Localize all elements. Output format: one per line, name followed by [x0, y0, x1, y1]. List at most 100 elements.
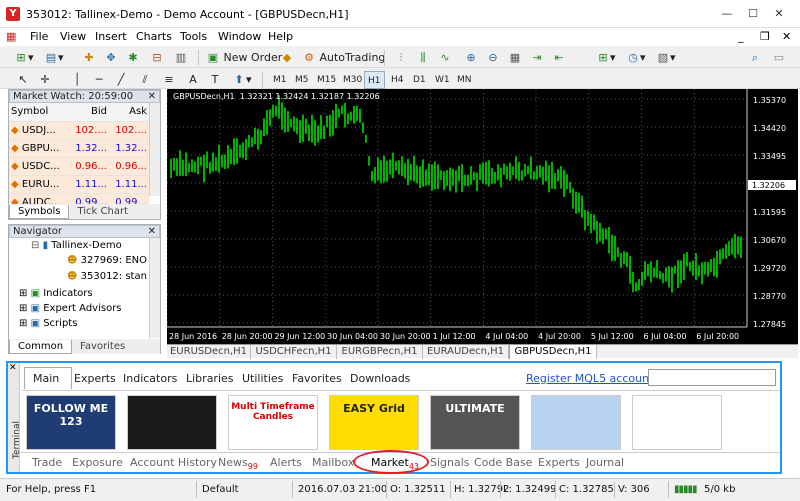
- autotrading-button[interactable]: ⚙ AutoTrading: [302, 49, 385, 67]
- navigator-icon[interactable]: ✱: [126, 49, 140, 67]
- indicators-list-button[interactable]: ⊞ ▾: [596, 49, 615, 67]
- menu-view[interactable]: View: [60, 30, 86, 43]
- market-tab-experts[interactable]: Experts: [74, 370, 116, 388]
- column-header[interactable]: Bid: [69, 103, 109, 122]
- tree-account[interactable]: ☻ 327969: ENO E: [67, 255, 147, 266]
- market-watch-row[interactable]: ◆ GBPU... 1.32... 1.32...: [9, 139, 149, 158]
- mdi-minimize-button[interactable]: _: [738, 30, 744, 43]
- chart-shift-icon[interactable]: ⇤: [552, 49, 566, 67]
- register-mql5-link[interactable]: Register MQL5 account: [526, 370, 653, 388]
- channel-icon[interactable]: ⫽: [138, 71, 152, 89]
- crosshair-icon[interactable]: ✛: [38, 71, 52, 89]
- price-chart[interactable]: 1.353701.344201.334951.325451.315951.306…: [166, 89, 798, 344]
- menu-help[interactable]: Help: [268, 30, 293, 43]
- timeframe-d1[interactable]: D1: [410, 71, 429, 89]
- market-watch-icon[interactable]: ✚: [82, 49, 96, 67]
- tab-journal[interactable]: Journal: [586, 456, 624, 469]
- tab-account-history[interactable]: Account History: [130, 456, 217, 469]
- timeframe-w1[interactable]: W1: [432, 71, 453, 89]
- tab-news[interactable]: News99: [218, 456, 258, 471]
- tab-mailbox[interactable]: Mailbox: [312, 456, 354, 469]
- menu-file[interactable]: File: [30, 30, 48, 43]
- chart-tab[interactable]: EURGBPecn,H1: [337, 345, 423, 359]
- menu-insert[interactable]: Insert: [95, 30, 127, 43]
- product-thumbnail[interactable]: ULTIMATE: [430, 395, 520, 450]
- timeframe-h1[interactable]: H1: [364, 71, 385, 89]
- tile-windows-icon[interactable]: ▦: [508, 49, 522, 67]
- data-window-icon[interactable]: ✥: [104, 49, 118, 67]
- tab-alerts[interactable]: Alerts: [270, 456, 302, 469]
- tab-exposure[interactable]: Exposure: [72, 456, 123, 469]
- product-thumbnail[interactable]: FOLLOW ME 123: [26, 395, 116, 450]
- menu-tools[interactable]: Tools: [180, 30, 207, 43]
- tab-trade[interactable]: Trade: [32, 456, 62, 469]
- scrollbar[interactable]: [149, 103, 160, 196]
- candlestick-icon[interactable]: ⫼: [416, 49, 430, 67]
- market-search-input[interactable]: [648, 369, 776, 386]
- profiles-button[interactable]: ▤ ▾: [44, 49, 64, 67]
- templates-button[interactable]: ▧ ▾: [656, 49, 676, 67]
- periods-button[interactable]: ◷ ▾: [626, 49, 645, 67]
- market-tab-favorites[interactable]: Favorites: [292, 370, 342, 388]
- market-tab-libraries[interactable]: Libraries: [186, 370, 234, 388]
- text-icon[interactable]: A: [186, 71, 200, 89]
- market-tab-utilities[interactable]: Utilities: [242, 370, 283, 388]
- strategy-tester-icon[interactable]: ▥: [174, 49, 188, 67]
- market-watch-row[interactable]: ◆ USDJ... 102.... 102....: [9, 121, 149, 140]
- tab-code-base[interactable]: Code Base: [474, 456, 532, 469]
- tab-experts[interactable]: Experts: [538, 456, 580, 469]
- maximize-button[interactable]: ☐: [742, 6, 764, 22]
- scrollbar[interactable]: [149, 238, 160, 338]
- menu-charts[interactable]: Charts: [136, 30, 172, 43]
- text-label-icon[interactable]: T: [208, 71, 222, 89]
- tree-broker[interactable]: ⊟ ▮ Tallinex-Demo: [31, 240, 122, 251]
- trendline-icon[interactable]: ╱: [114, 71, 128, 89]
- tab-favorites[interactable]: Favorites: [72, 340, 133, 353]
- tree-indicators[interactable]: ⊞ ▣ Indicators: [19, 288, 93, 299]
- market-watch-row[interactable]: ◆ USDC... 0.96... 0.96...: [9, 157, 149, 176]
- auto-scroll-icon[interactable]: ⇥: [530, 49, 544, 67]
- line-chart-icon[interactable]: ∿: [438, 49, 452, 67]
- chart-tab[interactable]: EURUSDecn,H1: [167, 345, 251, 359]
- chart-tab[interactable]: EURAUDecn,H1: [423, 345, 509, 359]
- timeframe-m5[interactable]: M5: [292, 71, 312, 89]
- search-icon[interactable]: ⌕: [748, 49, 762, 67]
- zoom-in-icon[interactable]: ⊕: [464, 49, 478, 67]
- chart-tab[interactable]: USDCHFecn,H1: [251, 345, 337, 359]
- product-thumbnail[interactable]: Multi Timeframe Candles: [228, 395, 318, 450]
- fibonacci-icon[interactable]: ≡: [162, 71, 176, 89]
- market-tab-indicators[interactable]: Indicators: [123, 370, 177, 388]
- new-order-button[interactable]: ▣ New Order: [206, 49, 282, 67]
- product-thumbnail[interactable]: EASY Grid: [329, 395, 419, 450]
- chat-icon[interactable]: ▭: [772, 49, 786, 67]
- timeframe-m15[interactable]: M15: [314, 71, 339, 89]
- product-thumbnail[interactable]: [531, 395, 621, 450]
- product-thumbnail[interactable]: [632, 395, 722, 450]
- new-chart-button[interactable]: ⊞ ▾: [14, 49, 33, 67]
- tab-symbols[interactable]: Symbols: [9, 205, 70, 219]
- close-icon[interactable]: ✕: [148, 91, 156, 103]
- cursor-icon[interactable]: ↖: [16, 71, 30, 89]
- bar-chart-icon[interactable]: ⫶: [394, 49, 408, 67]
- column-header[interactable]: Symbol: [9, 103, 69, 122]
- metaeditor-icon[interactable]: ◆: [280, 49, 294, 67]
- tab-tick-chart[interactable]: Tick Chart: [69, 205, 136, 218]
- timeframe-m30[interactable]: M30: [340, 71, 365, 89]
- tree-expert-advisors[interactable]: ⊞ ▣ Expert Advisors: [19, 303, 122, 314]
- close-icon[interactable]: ✕: [148, 226, 156, 238]
- timeframe-h4[interactable]: H4: [388, 71, 407, 89]
- market-tab-downloads[interactable]: Downloads: [350, 370, 410, 388]
- tree-account[interactable]: ☻ 353012: stan b: [67, 271, 147, 282]
- column-header[interactable]: Ask: [109, 103, 149, 122]
- mdi-restore-button[interactable]: ❐: [760, 30, 770, 43]
- close-button[interactable]: ✕: [768, 6, 790, 22]
- product-thumbnail[interactable]: [127, 395, 217, 450]
- timeframe-m1[interactable]: M1: [270, 71, 290, 89]
- terminal-icon[interactable]: ⊟: [150, 49, 164, 67]
- horizontal-line-icon[interactable]: ─: [92, 71, 106, 89]
- vertical-line-icon[interactable]: │: [70, 71, 84, 89]
- arrows-icon[interactable]: ⬆ ▾: [232, 71, 251, 89]
- menu-window[interactable]: Window: [218, 30, 261, 43]
- chart-tab-active[interactable]: GBPUSDecn,H1: [509, 345, 597, 359]
- zoom-out-icon[interactable]: ⊖: [486, 49, 500, 67]
